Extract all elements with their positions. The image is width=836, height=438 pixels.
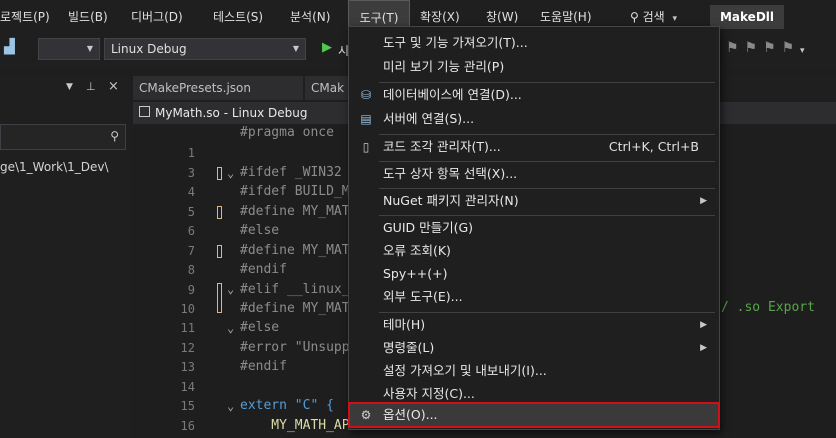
menu-item-options[interactable]: ⚙ 옵션(O)... [348,402,720,428]
menu-test[interactable]: 테스트(S) [213,0,263,32]
menu-item-theme[interactable]: 테마(H) ▶ [349,313,719,337]
menu-item-connect-database[interactable]: ⛁ 데이터베이스에 연결(D)... [349,83,719,107]
solution-search-box[interactable]: ⚲ [0,124,126,150]
code-line: #define MY_MAT [240,301,350,316]
tools-menu: 도구 및 기능 가져오기(T)... 미리 보기 기능 관리(P) ⛁ 데이터베… [348,26,720,430]
run-icon[interactable]: ▶ [322,40,332,55]
line-number: 4 [187,185,195,199]
line-number: 9 [187,283,195,297]
solution-icon[interactable]: ▟ [4,39,24,59]
line-number: 6 [187,224,195,238]
menu-item-preview-features[interactable]: 미리 보기 기능 관리(P) [349,55,719,79]
menu-item-snippet-manager[interactable]: ▯ 코드 조각 관리자(T)... Ctrl+K, Ctrl+B [349,135,719,159]
code-line: #define MY_MAT [240,243,350,258]
line-number: 12 [180,341,195,355]
configuration-dropdown[interactable]: Linux Debug ▼ [104,38,306,60]
code-line: #ifdef _WIN32 [240,165,342,180]
menu-build[interactable]: 빌드(B) [68,0,108,32]
pin-icon[interactable]: ⊥ [86,80,96,93]
chevron-down-icon: ▾ [672,14,678,24]
code-line: extern "C" { [240,398,334,413]
menu-item-get-tools[interactable]: 도구 및 기능 가져오기(T)... [349,31,719,55]
menu-item-import-export-settings[interactable]: 설정 가져오기 및 내보내기(I)... [349,359,719,383]
menu-analyze[interactable]: 분석(N) [290,0,330,32]
code-line: #else [240,223,280,238]
change-marker [217,206,222,219]
menu-item-command-line[interactable]: 명령줄(L) ▶ [349,336,719,360]
overflow-icon[interactable]: ▾ [800,46,805,56]
line-number: 14 [180,380,195,394]
line-number: 7 [187,244,195,258]
panel-menu-icon[interactable]: ▼ [66,82,73,92]
code-line: #endif [240,359,287,374]
tab-cmakepresets[interactable]: CMakePresets.json [133,76,303,100]
fold-icon[interactable]: ⌄ [227,399,234,413]
line-number: 13 [180,360,195,374]
database-connect-icon: ⛁ [360,88,372,102]
code-line: #ifdef BUILD_M [240,184,350,199]
solution-path[interactable]: ge\1_Work\1_Dev\ [0,160,130,178]
code-line: #endif [240,262,287,277]
chevron-down-icon: ▼ [292,44,299,53]
solution-name-badge: MakeDll [710,5,784,29]
menu-item-error-lookup[interactable]: 오류 조회(K) [349,239,719,263]
menu-debug[interactable]: 디버그(D) [131,0,183,32]
menu-item-create-guid[interactable]: GUID 만들기(G) [349,216,719,240]
tab-cmake[interactable]: CMak [305,76,349,100]
snippet-icon: ▯ [362,140,370,154]
fold-icon[interactable]: ⌄ [227,282,234,296]
submenu-arrow-icon: ▶ [700,343,707,353]
line-number: 16 [180,419,195,433]
change-marker [217,245,222,258]
line-number: 15 [180,399,195,413]
line-number: 1 [187,146,195,160]
chevron-down-icon: ▼ [86,44,93,53]
line-number: 11 [180,321,195,335]
code-line: #else [240,320,280,335]
code-line: #error "Unsupp [240,340,350,355]
gear-icon: ⚙ [360,408,372,422]
code-line: MY_MATH_AP [240,418,350,433]
search-icon: ⚲ [110,129,119,143]
code-comment: / .so Export [721,300,815,315]
menu-item-nuget[interactable]: NuGet 패키지 관리자(N) ▶ [349,189,719,213]
server-connect-icon: ▤ [360,112,372,126]
menu-item-toolbox-items[interactable]: 도구 상자 항목 선택(X)... [349,162,719,186]
tab-mymath[interactable]: MyMath.so - Linux Debug [133,102,307,124]
code-line: #elif __linux_ [240,282,350,297]
menu-item-external-tools[interactable]: 외부 도구(E)... [349,285,719,309]
code-line: #pragma once [240,125,334,140]
fold-icon[interactable]: ⌄ [227,166,234,180]
menu-item-connect-server[interactable]: ▤ 서버에 연결(S)... [349,107,719,131]
search-icon: ⚲ [630,10,639,24]
submenu-arrow-icon: ▶ [700,320,707,330]
line-number: 8 [187,263,195,277]
menu-project[interactable]: 로젝트(P) [0,0,50,32]
line-number: 5 [187,205,195,219]
solution-explorer-panel: ▼ ⊥ × ⚲ ge\1_Work\1_Dev\ [0,76,130,438]
target-dropdown[interactable]: ▼ [38,38,100,60]
change-marker [217,167,222,180]
close-icon[interactable]: × [108,79,119,94]
menu-item-spy[interactable]: Spy++(+) [349,262,719,286]
bookmark-icons[interactable]: ⚑⚑⚑⚑ [726,40,800,56]
fold-icon[interactable]: ⌄ [227,321,234,335]
line-number: 10 [180,302,195,316]
line-number: 3 [187,166,195,180]
change-marker [217,283,222,313]
code-line: #define MY_MAT [240,204,350,219]
submenu-arrow-icon: ▶ [700,196,707,206]
